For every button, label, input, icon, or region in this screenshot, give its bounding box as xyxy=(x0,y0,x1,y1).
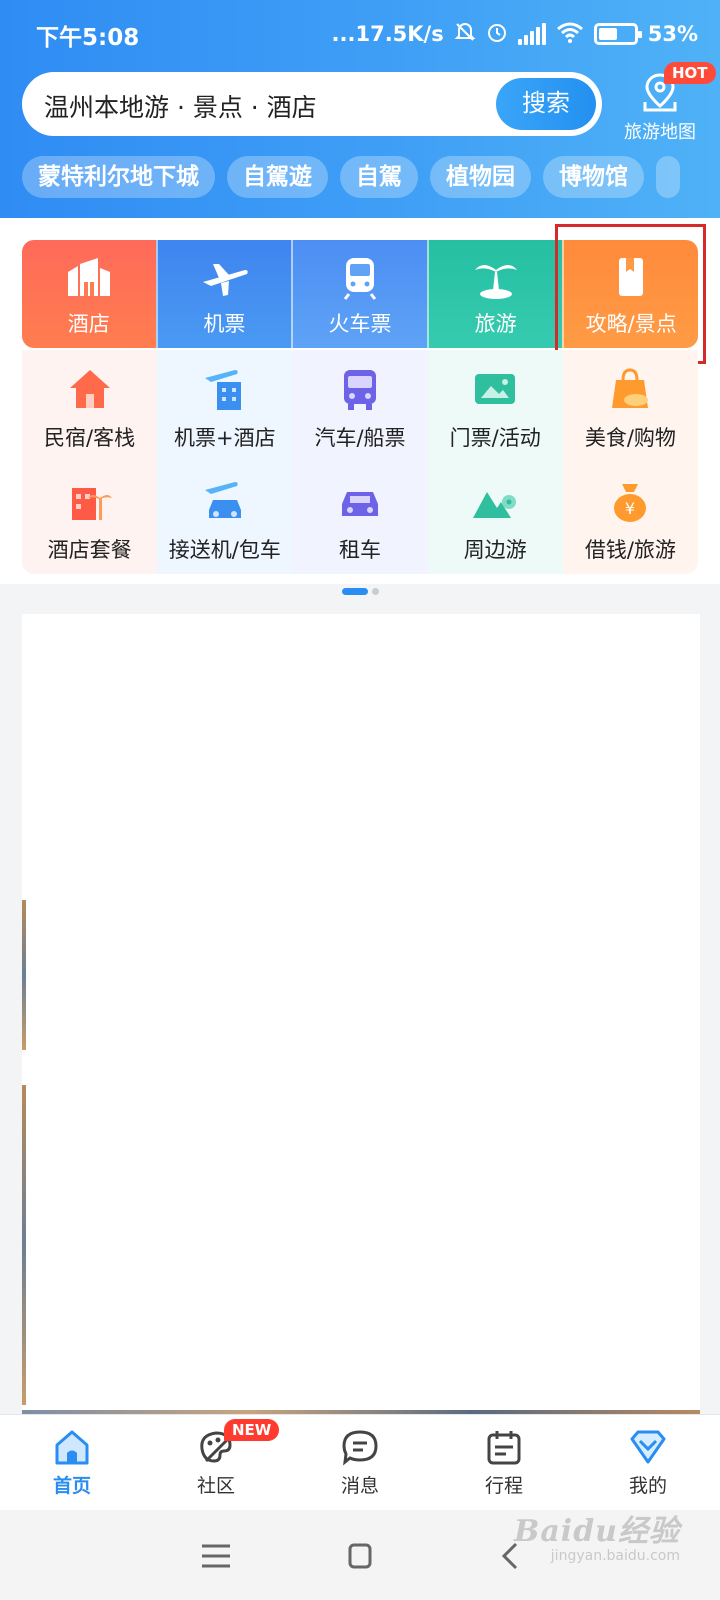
car-icon xyxy=(341,492,378,516)
bus-icon xyxy=(343,370,376,410)
bottom-tab-bar: 首页 社区 NEW 消息 行程 我的 xyxy=(0,1414,720,1510)
tab-label: 首页 xyxy=(52,1475,91,1497)
hot-badge: HOT xyxy=(664,62,716,84)
category-label: 机票 xyxy=(203,312,246,336)
category-bus-ferry[interactable]: 汽车/船票 xyxy=(292,350,428,462)
ticket-icon xyxy=(475,374,516,404)
net-speed: ...17.5K/s xyxy=(331,22,444,46)
highlight-box xyxy=(555,224,706,364)
hotel-package-icon xyxy=(71,488,112,520)
tag-item[interactable]: 博物馆 xyxy=(543,156,644,198)
tag-item[interactable]: 蒙特利尔地下城 xyxy=(22,156,215,198)
status-time: 下午5:08 xyxy=(36,25,140,51)
bell-muted-icon xyxy=(454,21,476,48)
category-car-rental[interactable]: 租车 xyxy=(292,462,428,574)
battery-percent: 53% xyxy=(647,22,698,46)
content-card-blank xyxy=(22,614,700,1412)
house-icon xyxy=(69,370,110,408)
status-bar: 下午5:08 ...17.5K/s 53% xyxy=(0,0,720,68)
tab-home[interactable]: 首页 xyxy=(0,1415,144,1510)
message-icon xyxy=(342,1430,378,1466)
category-flight-hotel[interactable]: 机票+酒店 xyxy=(157,350,293,462)
palm-tree-icon xyxy=(474,265,517,299)
category-tour[interactable]: 旅游 xyxy=(426,240,563,348)
tag-item[interactable]: 自駕 xyxy=(340,156,418,198)
watermark-logo: Baidu经验 xyxy=(514,1514,680,1549)
category-airport-transfer[interactable]: 接送机/包车 xyxy=(157,462,293,574)
menu-icon[interactable] xyxy=(196,1538,236,1574)
flight-hotel-icon xyxy=(204,370,241,410)
search-button[interactable]: 搜索 xyxy=(496,78,596,130)
category-label: 酒店 xyxy=(67,312,110,336)
category-label: 汽车/船票 xyxy=(314,426,406,450)
image-edge xyxy=(22,900,26,1050)
home-icon xyxy=(55,1430,89,1465)
tab-label: 我的 xyxy=(628,1475,667,1497)
category-label: 周边游 xyxy=(463,538,527,562)
tag-item-partial[interactable] xyxy=(656,156,680,198)
hotel-icon xyxy=(67,258,110,296)
category-loan-travel[interactable]: ¥ 借钱/旅游 xyxy=(562,462,698,574)
svg-text:¥: ¥ xyxy=(625,499,635,518)
category-label: 火车票 xyxy=(328,312,392,336)
category-food-shopping[interactable]: 美食/购物 xyxy=(562,350,698,462)
tab-messages[interactable]: 消息 xyxy=(288,1415,432,1510)
signal-icon xyxy=(517,23,546,45)
category-tickets-activities[interactable]: 门票/活动 xyxy=(427,350,563,462)
tab-community[interactable]: 社区 NEW xyxy=(144,1415,288,1510)
category-label: 酒店套餐 xyxy=(47,538,132,562)
category-train[interactable]: 火车票 xyxy=(291,240,427,348)
train-icon xyxy=(343,258,377,300)
travel-map-label: 旅游地图 xyxy=(624,122,696,143)
category-label: 租车 xyxy=(338,538,381,562)
search-input[interactable]: 温州本地游 · 景点 · 酒店 xyxy=(44,88,317,124)
category-label: 民宿/客栈 xyxy=(44,426,136,450)
category-label: 旅游 xyxy=(474,312,517,336)
page-dot-active xyxy=(341,588,368,595)
tag-item[interactable]: 自駕遊 xyxy=(227,156,328,198)
tab-label: 消息 xyxy=(340,1475,379,1497)
tab-label: 社区 xyxy=(196,1475,235,1497)
home-square-icon[interactable] xyxy=(340,1538,380,1574)
calendar-icon xyxy=(487,1431,521,1465)
category-hotel[interactable]: 酒店 xyxy=(22,240,156,348)
battery-icon xyxy=(593,23,642,45)
watermark-url: jingyan.baidu.com xyxy=(550,1548,680,1564)
search-bar[interactable]: 温州本地游 · 景点 · 酒店 搜索 xyxy=(22,72,602,136)
alarm-icon xyxy=(486,21,508,48)
mountain-pin-icon xyxy=(473,492,517,518)
page-dot xyxy=(371,588,379,595)
category-nearby-tour[interactable]: 周边游 xyxy=(427,462,563,574)
hot-tags-row: 蒙特利尔地下城 自駕遊 自駕 植物园 博物馆 xyxy=(22,156,720,200)
airplane-icon xyxy=(203,264,249,296)
category-label: 美食/购物 xyxy=(584,426,676,450)
baidu-jingyan-watermark: Baidu经验 jingyan.baidu.com xyxy=(514,1506,680,1564)
tab-label: 行程 xyxy=(484,1475,523,1497)
tab-itinerary[interactable]: 行程 xyxy=(432,1415,576,1510)
tab-profile[interactable]: 我的 xyxy=(576,1415,720,1510)
car-transfer-icon xyxy=(204,482,241,518)
money-bag-icon: ¥ xyxy=(614,484,647,522)
shopping-bag-icon xyxy=(612,368,649,408)
category-label: 机票+酒店 xyxy=(173,426,276,450)
page-indicator xyxy=(0,588,720,596)
category-label: 接送机/包车 xyxy=(168,538,281,562)
header: 下午5:08 ...17.5K/s 53% 温州本地游 · 景点 · 酒店 搜索 xyxy=(0,0,720,220)
status-icons: ...17.5K/s 53% xyxy=(332,14,698,54)
profile-diamond-icon xyxy=(630,1430,666,1464)
image-edge xyxy=(22,1085,26,1405)
category-label: 门票/活动 xyxy=(449,426,541,450)
category-hotel-package[interactable]: 酒店套餐 xyxy=(22,462,158,574)
category-homestay[interactable]: 民宿/客栈 xyxy=(22,350,158,462)
secondary-categories: 民宿/客栈 机票+酒店 汽车/船票 门票/活动 美食/购物 酒店套餐 接送机/包… xyxy=(22,350,698,574)
category-label: 借钱/旅游 xyxy=(584,538,676,562)
travel-map-button[interactable]: 旅游地图 HOT xyxy=(612,62,716,143)
wifi-icon xyxy=(556,21,584,48)
tag-item[interactable]: 植物园 xyxy=(430,156,531,198)
new-badge: NEW xyxy=(224,1419,280,1441)
category-flight[interactable]: 机票 xyxy=(155,240,292,348)
